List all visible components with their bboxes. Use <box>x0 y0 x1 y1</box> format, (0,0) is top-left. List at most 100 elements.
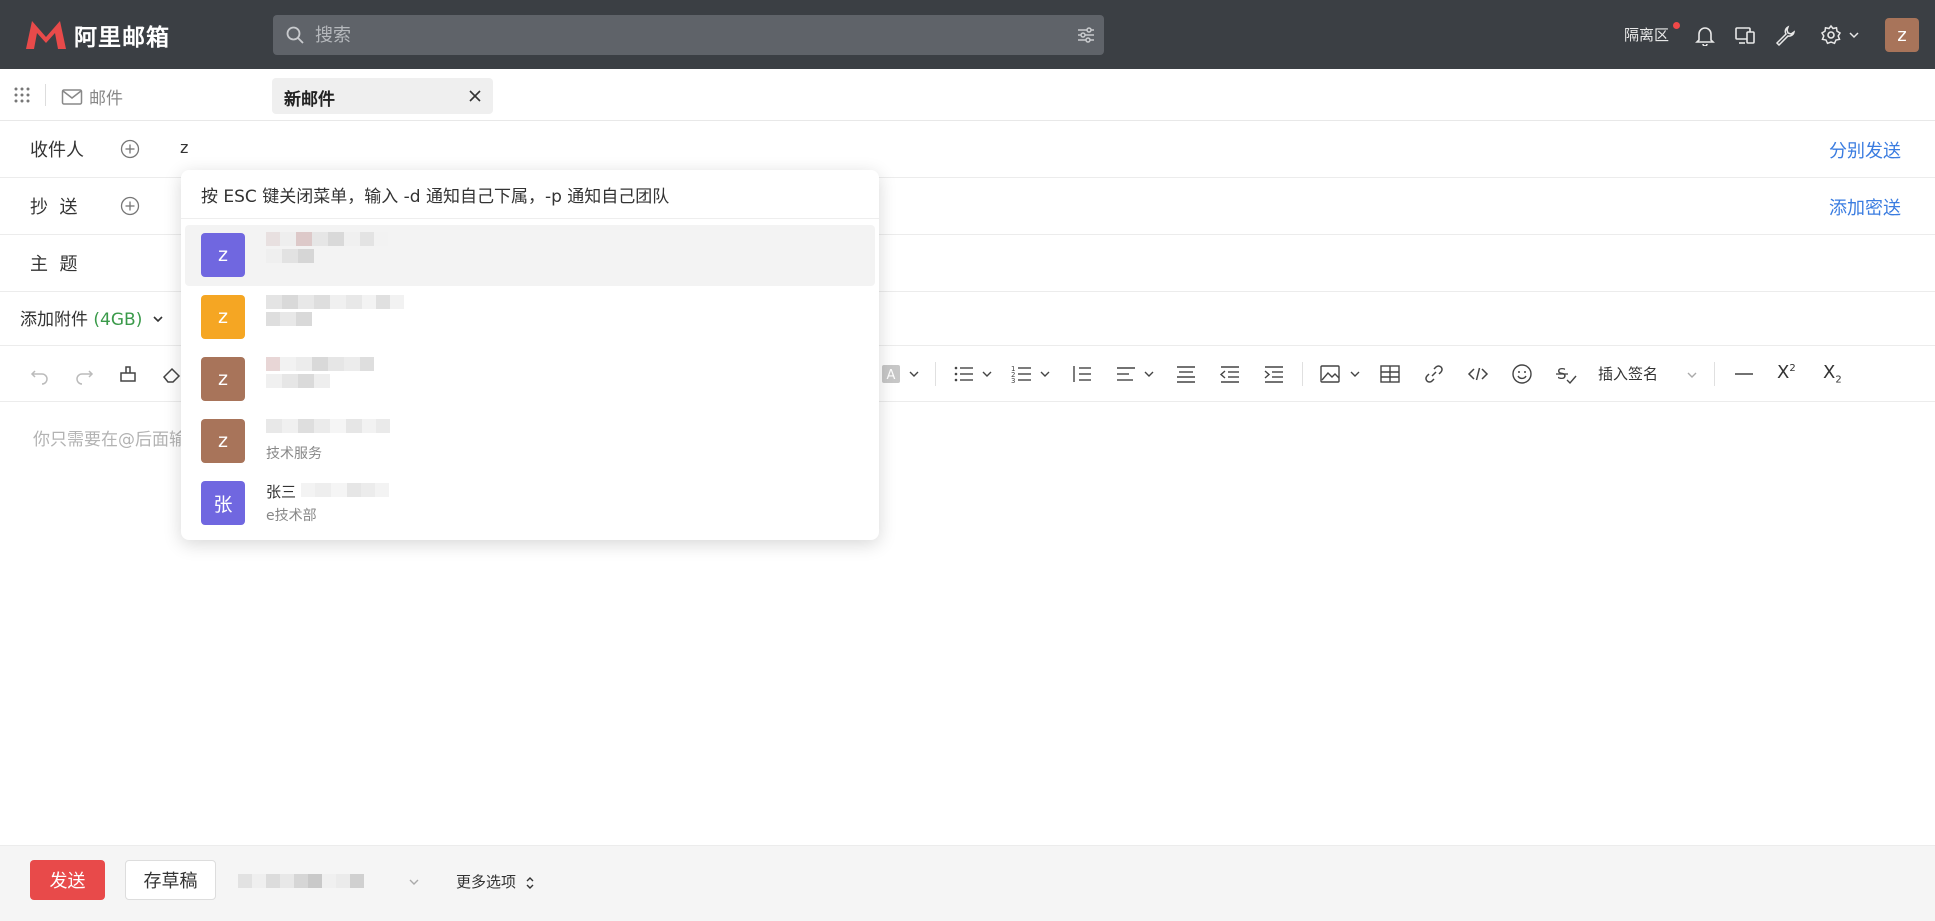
more-options-label: 更多选项 <box>456 873 517 891</box>
bullet-list-icon[interactable] <box>953 363 975 385</box>
devices-icon[interactable] <box>1734 24 1756 46</box>
chevron-down-icon <box>1687 372 1697 378</box>
redacted-sender <box>238 874 364 888</box>
align-left-icon[interactable] <box>1115 363 1137 385</box>
attachment-size: (4GB) <box>93 310 143 330</box>
redacted-contact-name <box>266 232 388 246</box>
chevron-down-icon[interactable] <box>981 363 993 385</box>
line-height-icon[interactable] <box>1071 363 1093 385</box>
filter-icon[interactable] <box>1076 25 1096 45</box>
chevron-down-icon[interactable] <box>1848 24 1860 46</box>
chevron-down-icon[interactable] <box>1349 363 1361 385</box>
eraser-icon[interactable] <box>161 363 183 385</box>
recipient-label: 收件人 <box>30 140 84 161</box>
redacted-contact-email <box>266 249 314 263</box>
contact-avatar: z <box>201 233 245 277</box>
tab-new-mail[interactable]: 新邮件 <box>272 78 493 114</box>
outdent-icon[interactable] <box>1219 363 1241 385</box>
dropdown-hint: 按 ESC 键关闭菜单，输入 -d 通知自己下属，-p 通知自己团队 <box>201 187 670 207</box>
add-cc-icon[interactable] <box>120 196 140 216</box>
chevron-down-icon[interactable] <box>908 363 920 385</box>
redacted-contact-email <box>266 312 312 326</box>
gear-icon[interactable] <box>1820 24 1842 46</box>
add-bcc-link[interactable]: 添加密送 <box>1829 194 1901 220</box>
user-avatar[interactable]: z <box>1885 18 1919 52</box>
contact-avatar: z <box>201 295 245 339</box>
signature-select[interactable]: 插入签名 <box>1598 363 1698 387</box>
search-input[interactable] <box>315 15 1015 55</box>
table-icon[interactable] <box>1379 363 1401 385</box>
envelope-icon <box>61 88 83 105</box>
superscript-button[interactable]: X2 <box>1777 362 1796 383</box>
attachment-label: 添加附件 <box>20 310 88 330</box>
redacted-contact-email <box>301 483 389 497</box>
contact-name: 张三 <box>266 483 297 501</box>
save-draft-button[interactable]: 存草稿 <box>125 860 216 900</box>
tab-mail[interactable]: 邮件 <box>61 84 123 109</box>
highlight-color-icon[interactable]: A <box>880 363 902 385</box>
redacted-contact-email <box>266 374 330 388</box>
image-icon[interactable] <box>1319 363 1341 385</box>
contact-suggestion-item[interactable]: z <box>185 225 875 286</box>
indent-icon[interactable] <box>1263 363 1285 385</box>
contact-suggestion-item[interactable]: z <box>185 287 875 348</box>
toolbar-separator <box>935 362 936 386</box>
redacted-contact-name <box>266 295 404 309</box>
chevron-down-icon <box>153 316 163 323</box>
add-attachment-button[interactable]: 添加附件 (4GB) <box>20 305 164 330</box>
bottom-action-bar: 发送 存草稿 更多选项 <box>0 845 1935 921</box>
contact-avatar: z <box>201 419 245 463</box>
format-painter-icon[interactable] <box>117 363 139 385</box>
toolbar-separator <box>1302 362 1303 386</box>
add-recipient-icon[interactable] <box>120 139 140 159</box>
contact-department: 技术服务 <box>266 446 322 462</box>
chevron-down-icon <box>409 879 419 885</box>
close-icon[interactable] <box>467 88 483 104</box>
tab-new-mail-label: 新邮件 <box>284 90 335 110</box>
more-options-button[interactable]: 更多选项 <box>456 871 535 892</box>
signature-label: 插入签名 <box>1598 365 1659 383</box>
contact-suggestion-dropdown: 按 ESC 键关闭菜单，输入 -d 通知自己下属，-p 通知自己团队 z z z… <box>181 170 879 540</box>
tab-bar: 邮件 新邮件 <box>0 69 1935 121</box>
contact-avatar: z <box>201 357 245 401</box>
quarantine-link[interactable]: 隔离区 <box>1624 24 1669 45</box>
numbered-list-icon[interactable]: 1 2 3 <box>1011 363 1033 385</box>
svg-text:A: A <box>887 368 896 383</box>
send-button[interactable]: 发送 <box>30 860 105 900</box>
subject-label: 主 题 <box>30 254 78 275</box>
search-icon <box>286 26 304 44</box>
chevron-down-icon[interactable] <box>1143 363 1155 385</box>
send-separately-link[interactable]: 分别发送 <box>1829 137 1901 163</box>
apps-grid-icon[interactable] <box>13 86 31 104</box>
redacted-contact-name <box>266 357 374 371</box>
contact-suggestion-item[interactable]: 张 张三 e技术部 <box>185 473 875 534</box>
search-box[interactable] <box>273 15 1104 55</box>
toolbar-separator <box>1714 362 1715 386</box>
recipient-input[interactable]: z <box>180 138 188 157</box>
logo-text: 阿里邮箱 <box>74 25 170 51</box>
logo[interactable]: 阿里邮箱 <box>24 18 170 52</box>
svg-text:3: 3 <box>1011 377 1015 385</box>
tab-mail-label: 邮件 <box>89 89 123 109</box>
subscript-button[interactable]: X2 <box>1823 362 1842 386</box>
top-bar: 阿里邮箱 隔离区 z <box>0 0 1935 69</box>
code-icon[interactable] <box>1467 363 1489 385</box>
sender-select[interactable] <box>238 870 428 892</box>
horizontal-rule-icon[interactable] <box>1733 363 1755 385</box>
logo-m-icon <box>26 21 66 49</box>
contact-suggestion-item[interactable]: z <box>185 349 875 410</box>
tab-separator <box>45 84 46 106</box>
contact-suggestion-item[interactable]: z 技术服务 <box>185 411 875 472</box>
editor-placeholder[interactable]: 你只需要在@后面输入 <box>33 425 183 450</box>
wrench-icon[interactable] <box>1774 24 1796 46</box>
bell-icon[interactable] <box>1694 24 1716 46</box>
redo-icon[interactable] <box>73 363 95 385</box>
redacted-contact-name <box>266 419 390 433</box>
notification-dot <box>1673 22 1680 29</box>
emoji-icon[interactable] <box>1511 363 1533 385</box>
strikethrough-check-icon[interactable]: S <box>1555 363 1577 385</box>
justify-icon[interactable] <box>1175 363 1197 385</box>
link-icon[interactable] <box>1423 363 1445 385</box>
undo-icon[interactable] <box>29 363 51 385</box>
chevron-down-icon[interactable] <box>1039 363 1051 385</box>
